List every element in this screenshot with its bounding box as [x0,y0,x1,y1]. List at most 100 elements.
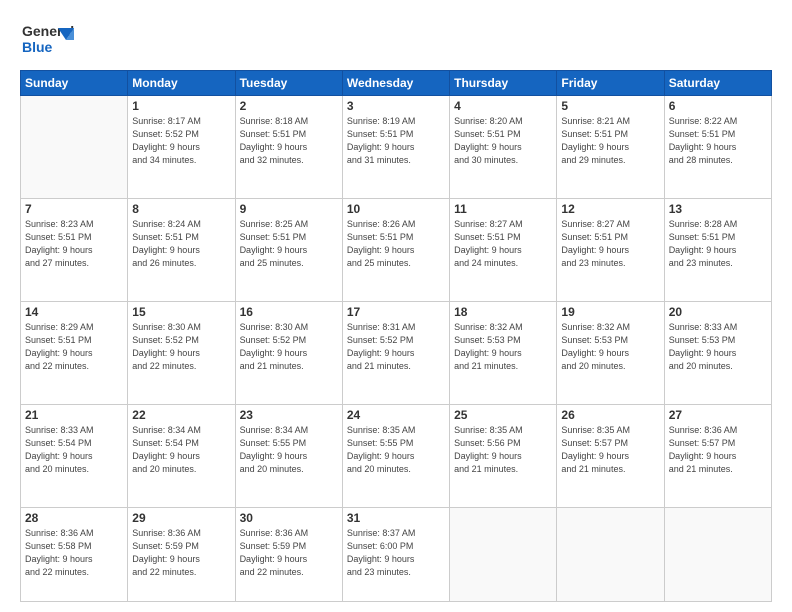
day-number: 21 [25,408,123,422]
calendar-cell: 18Sunrise: 8:32 AM Sunset: 5:53 PM Dayli… [450,301,557,404]
svg-text:Blue: Blue [22,39,53,55]
day-number: 8 [132,202,230,216]
calendar-cell: 24Sunrise: 8:35 AM Sunset: 5:55 PM Dayli… [342,404,449,507]
day-info: Sunrise: 8:35 AM Sunset: 5:56 PM Dayligh… [454,424,552,476]
day-info: Sunrise: 8:25 AM Sunset: 5:51 PM Dayligh… [240,218,338,270]
calendar-cell: 30 Sunrise: 8:36 AM Sunset: 5:59 PM Dayli… [235,507,342,601]
day-number: 10 [347,202,445,216]
day-info: Sunrise: 8:23 AM Sunset: 5:51 PM Dayligh… [25,218,123,270]
calendar-cell: 26 Sunrise: 8:35 AM Sunset: 5:57 PM Dayli… [557,404,664,507]
day-number: 2 [240,99,338,113]
calendar-cell: 16 Sunrise: 8:30 AM Sunset: 5:52 PM Dayli… [235,301,342,404]
day-number: 11 [454,202,552,216]
day-number: 16 [240,305,338,319]
calendar-cell: 15Sunrise: 8:30 AM Sunset: 5:52 PM Dayli… [128,301,235,404]
day-number: 22 [132,408,230,422]
day-info: Sunrise: 8:36 AM Sunset: 5:58 PM Dayligh… [25,527,123,579]
calendar-cell: 13 Sunrise: 8:28 AM Sunset: 5:51 PM Dayli… [664,198,771,301]
calendar-day-header: Monday [128,71,235,96]
calendar-cell: 20Sunrise: 8:33 AM Sunset: 5:53 PM Dayli… [664,301,771,404]
calendar-day-header: Tuesday [235,71,342,96]
day-number: 26 [561,408,659,422]
calendar-cell: 2 Sunrise: 8:18 AM Sunset: 5:51 PM Daylig… [235,96,342,199]
day-info: Sunrise: 8:24 AM Sunset: 5:51 PM Dayligh… [132,218,230,270]
calendar-day-header: Wednesday [342,71,449,96]
day-info: Sunrise: 8:27 AM Sunset: 5:51 PM Dayligh… [454,218,552,270]
calendar-cell: 14 Sunrise: 8:29 AM Sunset: 5:51 PM Dayli… [21,301,128,404]
calendar-day-header: Saturday [664,71,771,96]
calendar-cell: 17Sunrise: 8:31 AM Sunset: 5:52 PM Dayli… [342,301,449,404]
calendar-week-row: 1 Sunrise: 8:17 AM Sunset: 5:52 PM Daylig… [21,96,772,199]
calendar-day-header: Sunday [21,71,128,96]
calendar-cell: 31 Sunrise: 8:37 AM Sunset: 6:00 PM Dayli… [342,507,449,601]
day-info: Sunrise: 8:32 AM Sunset: 5:53 PM Dayligh… [454,321,552,373]
calendar-cell [21,96,128,199]
calendar-cell: 10 Sunrise: 8:26 AM Sunset: 5:51 PM Dayli… [342,198,449,301]
day-info: Sunrise: 8:30 AM Sunset: 5:52 PM Dayligh… [240,321,338,373]
day-info: Sunrise: 8:36 AM Sunset: 5:57 PM Dayligh… [669,424,767,476]
day-number: 20 [669,305,767,319]
calendar-day-header: Friday [557,71,664,96]
day-info: Sunrise: 8:18 AM Sunset: 5:51 PM Dayligh… [240,115,338,167]
day-number: 28 [25,511,123,525]
day-info: Sunrise: 8:19 AM Sunset: 5:51 PM Dayligh… [347,115,445,167]
day-info: Sunrise: 8:27 AM Sunset: 5:51 PM Dayligh… [561,218,659,270]
day-number: 23 [240,408,338,422]
day-info: Sunrise: 8:21 AM Sunset: 5:51 PM Dayligh… [561,115,659,167]
day-number: 15 [132,305,230,319]
day-number: 3 [347,99,445,113]
calendar-table: SundayMondayTuesdayWednesdayThursdayFrid… [20,70,772,602]
day-number: 12 [561,202,659,216]
calendar-cell: 25Sunrise: 8:35 AM Sunset: 5:56 PM Dayli… [450,404,557,507]
calendar-cell: 4 Sunrise: 8:20 AM Sunset: 5:51 PM Daylig… [450,96,557,199]
calendar-week-row: 14 Sunrise: 8:29 AM Sunset: 5:51 PM Dayli… [21,301,772,404]
day-info: Sunrise: 8:34 AM Sunset: 5:54 PM Dayligh… [132,424,230,476]
day-number: 14 [25,305,123,319]
day-number: 13 [669,202,767,216]
day-info: Sunrise: 8:36 AM Sunset: 5:59 PM Dayligh… [240,527,338,579]
day-number: 31 [347,511,445,525]
day-number: 24 [347,408,445,422]
day-number: 1 [132,99,230,113]
day-info: Sunrise: 8:35 AM Sunset: 5:57 PM Dayligh… [561,424,659,476]
calendar-cell: 8 Sunrise: 8:24 AM Sunset: 5:51 PM Daylig… [128,198,235,301]
calendar-cell: 27 Sunrise: 8:36 AM Sunset: 5:57 PM Dayli… [664,404,771,507]
page: General Blue SundayMondayTuesdayWednesda… [0,0,792,612]
day-info: Sunrise: 8:20 AM Sunset: 5:51 PM Dayligh… [454,115,552,167]
day-info: Sunrise: 8:22 AM Sunset: 5:51 PM Dayligh… [669,115,767,167]
calendar-day-header: Thursday [450,71,557,96]
logo: General Blue [20,18,74,62]
day-info: Sunrise: 8:37 AM Sunset: 6:00 PM Dayligh… [347,527,445,579]
day-number: 5 [561,99,659,113]
day-info: Sunrise: 8:28 AM Sunset: 5:51 PM Dayligh… [669,218,767,270]
day-number: 30 [240,511,338,525]
calendar-cell: 3 Sunrise: 8:19 AM Sunset: 5:51 PM Daylig… [342,96,449,199]
day-number: 7 [25,202,123,216]
day-info: Sunrise: 8:31 AM Sunset: 5:52 PM Dayligh… [347,321,445,373]
calendar-cell [664,507,771,601]
calendar-cell: 28 Sunrise: 8:36 AM Sunset: 5:58 PM Dayli… [21,507,128,601]
day-info: Sunrise: 8:29 AM Sunset: 5:51 PM Dayligh… [25,321,123,373]
calendar-cell: 1 Sunrise: 8:17 AM Sunset: 5:52 PM Daylig… [128,96,235,199]
calendar-cell: 11 Sunrise: 8:27 AM Sunset: 5:51 PM Dayli… [450,198,557,301]
day-number: 4 [454,99,552,113]
day-info: Sunrise: 8:33 AM Sunset: 5:54 PM Dayligh… [25,424,123,476]
calendar-cell: 21 Sunrise: 8:33 AM Sunset: 5:54 PM Dayli… [21,404,128,507]
day-info: Sunrise: 8:17 AM Sunset: 5:52 PM Dayligh… [132,115,230,167]
calendar-cell [450,507,557,601]
day-number: 6 [669,99,767,113]
calendar-cell: 29Sunrise: 8:36 AM Sunset: 5:59 PM Dayli… [128,507,235,601]
day-number: 27 [669,408,767,422]
day-number: 9 [240,202,338,216]
calendar-cell: 12 Sunrise: 8:27 AM Sunset: 5:51 PM Dayli… [557,198,664,301]
calendar-header-row: SundayMondayTuesdayWednesdayThursdayFrid… [21,71,772,96]
calendar-week-row: 21 Sunrise: 8:33 AM Sunset: 5:54 PM Dayli… [21,404,772,507]
day-number: 19 [561,305,659,319]
calendar-cell: 9 Sunrise: 8:25 AM Sunset: 5:51 PM Daylig… [235,198,342,301]
header: General Blue [20,18,772,62]
calendar-cell: 23Sunrise: 8:34 AM Sunset: 5:55 PM Dayli… [235,404,342,507]
day-info: Sunrise: 8:32 AM Sunset: 5:53 PM Dayligh… [561,321,659,373]
day-info: Sunrise: 8:26 AM Sunset: 5:51 PM Dayligh… [347,218,445,270]
calendar-cell [557,507,664,601]
calendar-cell: 22 Sunrise: 8:34 AM Sunset: 5:54 PM Dayli… [128,404,235,507]
